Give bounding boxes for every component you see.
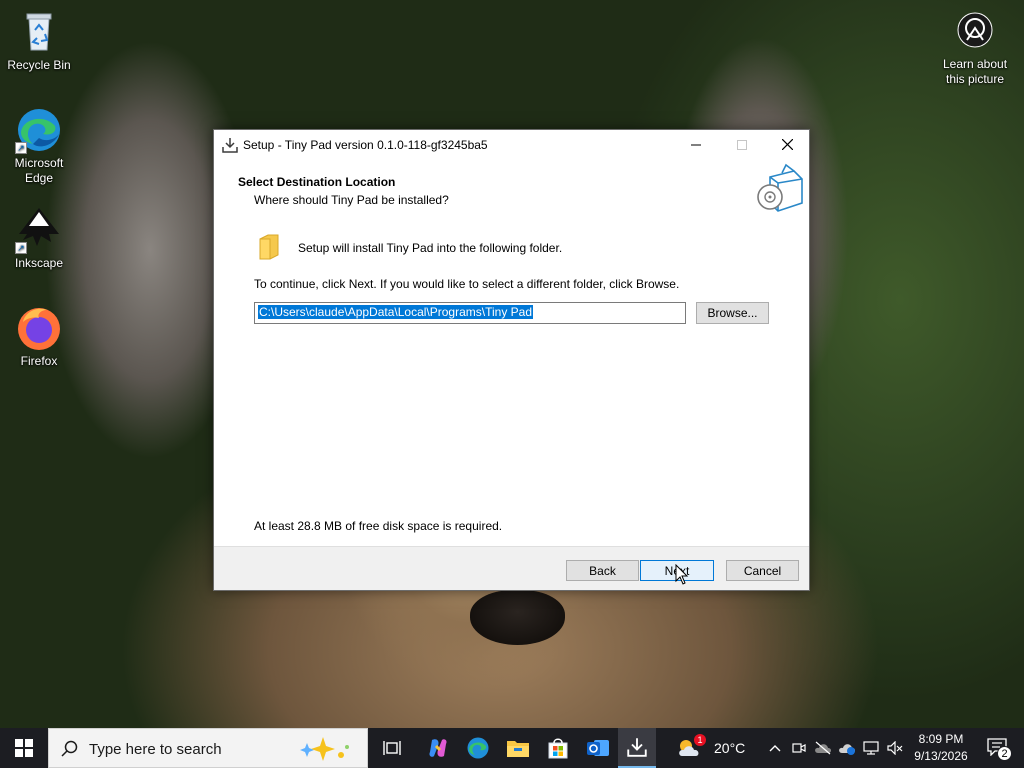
network-wired-icon bbox=[863, 741, 879, 755]
search-icon bbox=[61, 740, 78, 757]
speaker-muted-icon bbox=[887, 741, 903, 755]
search-placeholder: Type here to search bbox=[89, 741, 222, 758]
wizard-footer: Back Next Cancel bbox=[214, 546, 809, 590]
desktop-icon-learn-about-picture[interactable]: Learn about this picture bbox=[936, 12, 1014, 87]
page-heading: Select Destination Location bbox=[238, 175, 396, 189]
maximize-button bbox=[719, 130, 765, 159]
browse-button[interactable]: Browse... bbox=[696, 302, 769, 324]
minimize-icon bbox=[691, 144, 701, 145]
show-hidden-icons-button[interactable] bbox=[764, 728, 786, 768]
recycle-bin-icon bbox=[15, 8, 63, 56]
cancel-button[interactable]: Cancel bbox=[726, 560, 799, 581]
desktop-icon-recycle-bin[interactable]: Recycle Bin bbox=[1, 8, 77, 73]
notification-count: 2 bbox=[997, 746, 1012, 761]
taskbar-file-explorer[interactable] bbox=[498, 728, 538, 768]
title-bar[interactable]: Setup - Tiny Pad version 0.1.0-118-gf324… bbox=[214, 130, 809, 160]
tray-onedrive-info[interactable] bbox=[836, 728, 858, 768]
clock-date: 9/13/2026 bbox=[914, 749, 968, 763]
setup-download-icon bbox=[222, 137, 238, 153]
wallpaper-deer-nose bbox=[470, 590, 565, 645]
taskbar-edge[interactable] bbox=[458, 728, 498, 768]
edge-icon: ↗ bbox=[15, 106, 63, 154]
window-title: Setup - Tiny Pad version 0.1.0-118-gf324… bbox=[243, 138, 488, 152]
tray-network[interactable] bbox=[860, 728, 882, 768]
weather-badge: 1 bbox=[694, 734, 706, 746]
microsoft-store-icon bbox=[548, 738, 568, 759]
mouse-cursor-icon bbox=[675, 563, 689, 586]
back-button[interactable]: Back bbox=[566, 560, 639, 581]
install-path-input[interactable]: C:\Users\claude\AppData\Local\Programs\T… bbox=[254, 302, 686, 324]
setup-download-icon bbox=[627, 738, 647, 757]
taskbar: Type here to search 1 20°C 8:09 PM 9/13/… bbox=[0, 728, 1024, 768]
tray-meet-now[interactable] bbox=[788, 728, 810, 768]
taskbar-setup-active[interactable] bbox=[618, 728, 656, 768]
task-view-icon bbox=[383, 741, 401, 755]
desktop-icon-label: Recycle Bin bbox=[7, 58, 71, 72]
minimize-button[interactable] bbox=[673, 130, 719, 159]
shortcut-arrow-icon: ↗ bbox=[15, 242, 27, 254]
windows-logo-icon bbox=[15, 739, 33, 757]
inkscape-icon: ↗ bbox=[15, 206, 63, 254]
notification-icon: 2 bbox=[987, 738, 1012, 761]
copilot-icon bbox=[429, 739, 447, 757]
start-button[interactable] bbox=[0, 728, 48, 768]
taskbar-microsoft-store[interactable] bbox=[538, 728, 578, 768]
desktop-icon-inkscape[interactable]: ↗ Inkscape bbox=[1, 206, 77, 271]
action-center-button[interactable]: 2 bbox=[978, 728, 1018, 768]
folder-icon bbox=[258, 233, 280, 261]
disk-space-text: At least 28.8 MB of free disk space is r… bbox=[254, 519, 503, 533]
taskbar-outlook[interactable] bbox=[578, 728, 618, 768]
folder-message: Setup will install Tiny Pad into the fol… bbox=[298, 241, 563, 255]
cloud-off-icon bbox=[815, 741, 831, 755]
camera-icon bbox=[792, 743, 806, 753]
desktop-icon-label: Firefox bbox=[20, 354, 58, 368]
desktop-icon-label: Learn about this picture bbox=[942, 57, 1008, 86]
desktop-icon-edge[interactable]: ↗ Microsoft Edge bbox=[1, 106, 77, 186]
search-highlight-sparkles-icon bbox=[300, 737, 349, 761]
desktop-icon-label: Microsoft Edge bbox=[14, 156, 64, 185]
setup-box-icon bbox=[756, 163, 806, 215]
desktop-icon-firefox[interactable]: Firefox bbox=[1, 304, 77, 369]
taskbar-clock[interactable]: 8:09 PM 9/13/2026 bbox=[910, 731, 972, 765]
weather-temperature: 20°C bbox=[714, 740, 746, 756]
cloud-info-icon bbox=[839, 744, 855, 755]
weather-cloudy-icon: 1 bbox=[676, 734, 706, 760]
taskbar-weather[interactable]: 1 20°C bbox=[676, 728, 756, 768]
taskbar-task-view[interactable] bbox=[372, 728, 412, 768]
page-subheading: Where should Tiny Pad be installed? bbox=[254, 193, 449, 207]
firefox-icon bbox=[15, 304, 63, 352]
clock-time: 8:09 PM bbox=[918, 732, 964, 746]
camera-pin-icon bbox=[957, 12, 993, 48]
taskbar-copilot[interactable] bbox=[418, 728, 458, 768]
desktop-icon-label: Inkscape bbox=[14, 256, 64, 270]
file-explorer-icon bbox=[507, 741, 529, 757]
close-button[interactable] bbox=[764, 130, 810, 159]
shortcut-arrow-icon: ↗ bbox=[15, 142, 27, 154]
close-icon bbox=[781, 139, 793, 150]
edge-icon bbox=[467, 737, 489, 759]
tray-volume-muted[interactable] bbox=[884, 728, 906, 768]
chevron-up-icon bbox=[769, 745, 781, 752]
tray-onedrive-off[interactable] bbox=[812, 728, 834, 768]
maximize-icon bbox=[737, 139, 747, 150]
outlook-icon bbox=[587, 740, 609, 756]
install-path-value: C:\Users\claude\AppData\Local\Programs\T… bbox=[258, 305, 534, 319]
setup-window: Setup - Tiny Pad version 0.1.0-118-gf324… bbox=[213, 129, 810, 591]
instruction-text: To continue, click Next. If you would li… bbox=[254, 277, 680, 291]
taskbar-search-box[interactable]: Type here to search bbox=[48, 728, 368, 768]
wizard-header: Select Destination Location Where should… bbox=[214, 160, 809, 220]
